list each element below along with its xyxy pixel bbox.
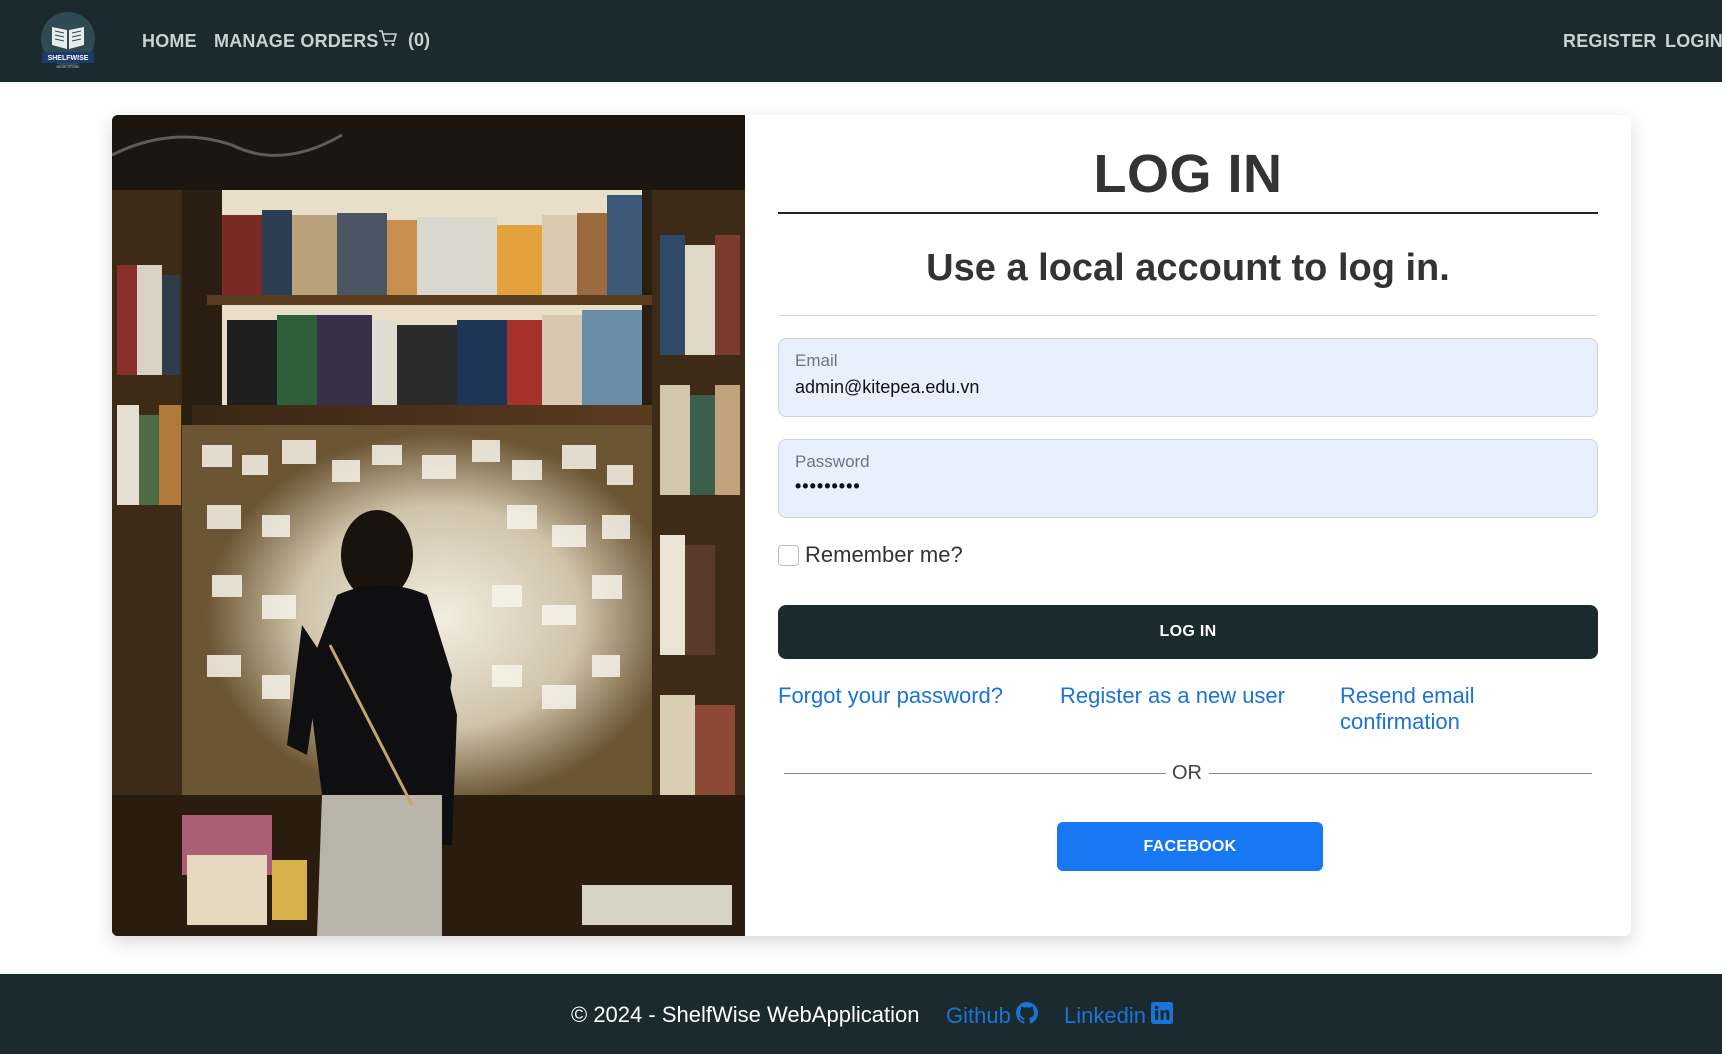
remember-checkbox[interactable] bbox=[778, 544, 799, 566]
register-link[interactable]: Register as a new user bbox=[1060, 683, 1285, 709]
page-subtitle: Use a local account to log in. bbox=[926, 247, 1450, 289]
password-value[interactable]: ••••••••• bbox=[795, 476, 861, 497]
cart-icon bbox=[378, 29, 398, 52]
page-title: LOG IN bbox=[1093, 144, 1283, 204]
shelfwise-logo[interactable]: SHELFWISE BOOK STORE bbox=[36, 11, 100, 71]
facebook-login-button[interactable]: FACEBOOK bbox=[1057, 822, 1323, 871]
login-card: LOG IN Use a local account to log in. Em… bbox=[112, 115, 1631, 936]
or-divider-left bbox=[784, 773, 1166, 774]
email-field[interactable]: Email admin@kitepea.edu.vn bbox=[778, 338, 1598, 417]
login-form: LOG IN Use a local account to log in. Em… bbox=[778, 115, 1598, 936]
login-submit-button[interactable]: LOG IN bbox=[778, 605, 1598, 659]
subtitle-divider bbox=[778, 315, 1598, 316]
password-field[interactable]: Password ••••••••• bbox=[778, 439, 1598, 518]
email-label: Email bbox=[795, 351, 838, 370]
nav-cart[interactable]: (0) bbox=[378, 29, 430, 52]
nav-login[interactable]: LOGIN bbox=[1665, 30, 1722, 52]
logo-text: SHELFWISE bbox=[48, 55, 89, 62]
github-link-label: Github bbox=[946, 1003, 1011, 1028]
password-label: Password bbox=[795, 452, 870, 471]
linkedin-link-label: Linkedin bbox=[1064, 1003, 1146, 1028]
email-value[interactable]: admin@kitepea.edu.vn bbox=[795, 377, 979, 398]
resend-confirmation-link[interactable]: Resend email confirmation bbox=[1340, 683, 1598, 735]
github-link[interactable]: Github bbox=[946, 1002, 1038, 1030]
or-divider-text: OR bbox=[1172, 762, 1202, 784]
cart-count: (0) bbox=[408, 30, 430, 50]
bookstore-photo bbox=[112, 115, 745, 936]
copyright-text: © 2024 - ShelfWise WebApplication bbox=[571, 1002, 920, 1027]
remember-label: Remember me? bbox=[805, 542, 963, 567]
nav-register[interactable]: REGISTER bbox=[1563, 30, 1657, 52]
footer: © 2024 - ShelfWise WebApplication Github… bbox=[0, 974, 1722, 1054]
or-divider-right bbox=[1209, 773, 1592, 774]
title-divider bbox=[778, 212, 1598, 214]
forgot-password-link[interactable]: Forgot your password? bbox=[778, 683, 1003, 709]
linkedin-link[interactable]: Linkedin bbox=[1064, 1002, 1173, 1030]
nav-home[interactable]: HOME bbox=[142, 30, 197, 52]
nav-manage-orders[interactable]: MANAGE ORDERS bbox=[214, 30, 379, 52]
linkedin-icon bbox=[1150, 1002, 1173, 1030]
github-icon bbox=[1015, 1002, 1038, 1030]
top-navbar: SHELFWISE BOOK STORE HOME MANAGE ORDERS … bbox=[0, 0, 1722, 82]
logo-tagline: BOOK STORE bbox=[56, 65, 80, 69]
remember-me[interactable]: Remember me? bbox=[778, 542, 963, 568]
